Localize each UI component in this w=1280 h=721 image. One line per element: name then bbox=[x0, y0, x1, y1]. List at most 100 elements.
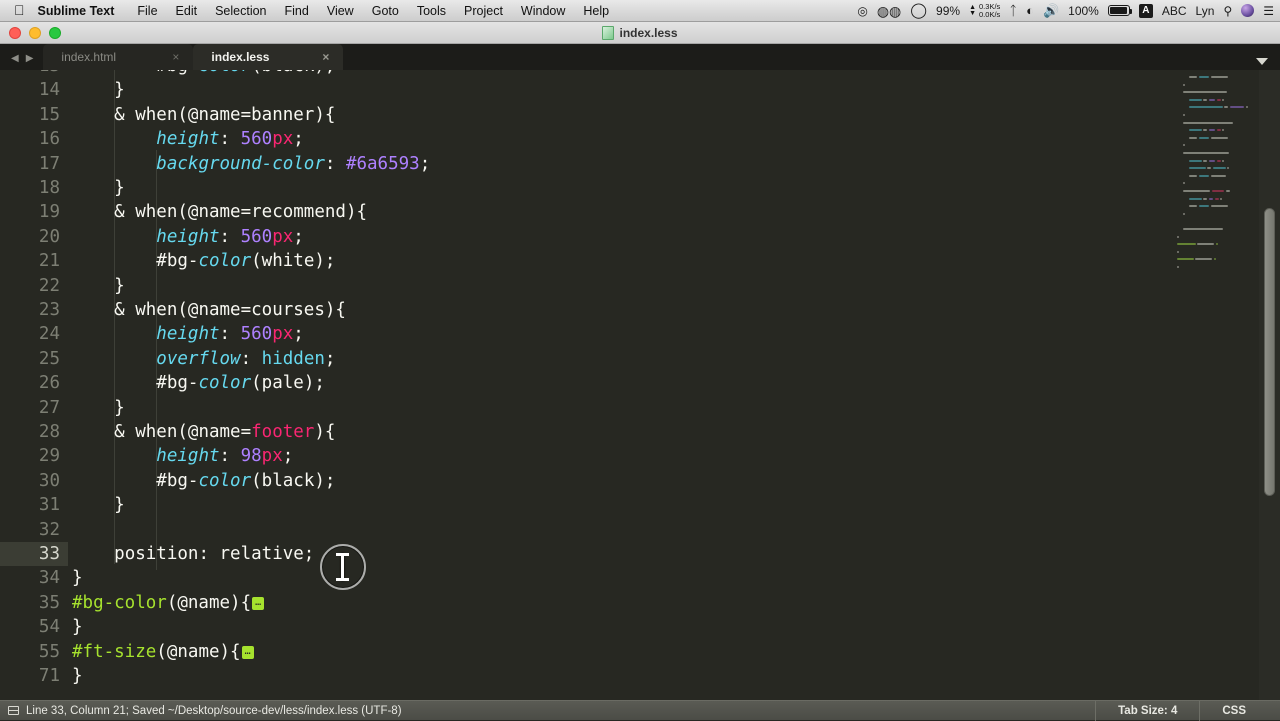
code-line[interactable]: 14 } bbox=[0, 78, 1280, 102]
code-line[interactable]: 18 } bbox=[0, 176, 1280, 200]
menu-item-tools[interactable]: Tools bbox=[408, 0, 455, 22]
volume-icon[interactable]: 🔊 bbox=[1043, 4, 1059, 17]
control-center-icon[interactable]: ☰ bbox=[1263, 5, 1274, 17]
code-line[interactable]: 54} bbox=[0, 615, 1280, 639]
tab-overflow-icon[interactable] bbox=[1256, 58, 1268, 65]
code-text[interactable]: & when(@name=footer){ bbox=[72, 420, 335, 444]
code-line[interactable]: 26 #bg-color(pale); bbox=[0, 371, 1280, 395]
code-line[interactable]: 35 #bg-color(@name){… bbox=[0, 591, 1280, 615]
vertical-scrollbar[interactable] bbox=[1259, 70, 1280, 700]
code-token: #bg- bbox=[156, 70, 198, 76]
menu-item-file[interactable]: File bbox=[128, 0, 166, 22]
input-source-badge[interactable]: A bbox=[1138, 3, 1153, 18]
search-icon[interactable]: ⚲ bbox=[1223, 5, 1232, 17]
menu-item-goto[interactable]: Goto bbox=[363, 0, 408, 22]
code-editor[interactable]: 13 #bg-color(black);14 }15 & when(@name=… bbox=[0, 70, 1280, 700]
code-text[interactable]: overflow: hidden; bbox=[72, 347, 335, 371]
menu-item-project[interactable]: Project bbox=[455, 0, 512, 22]
code-text[interactable]: & when(@name=courses){ bbox=[72, 298, 346, 322]
code-line[interactable]: 30 #bg-color(black); bbox=[0, 469, 1280, 493]
code-text[interactable]: } bbox=[72, 176, 125, 200]
user-name-label[interactable]: Lyn bbox=[1196, 5, 1215, 17]
line-number: 13 bbox=[0, 70, 60, 78]
code-text[interactable]: } bbox=[72, 274, 125, 298]
glasses-icon[interactable]: ◍◍ bbox=[877, 4, 901, 18]
minimap-line bbox=[1189, 167, 1206, 170]
code-text[interactable]: #ft-size(@name){… bbox=[72, 640, 254, 664]
code-line[interactable]: 21 #bg-color(white); bbox=[0, 249, 1280, 273]
code-line[interactable]: 29 height: 98px; bbox=[0, 444, 1280, 468]
code-text[interactable]: #bg-color(@name){… bbox=[72, 591, 265, 615]
code-text[interactable]: #bg-color(black); bbox=[72, 70, 335, 78]
code-line[interactable]: 20 height: 560px; bbox=[0, 225, 1280, 249]
record-icon[interactable]: ◎ bbox=[857, 5, 867, 17]
network-speed-indicator[interactable]: ▲ ▼ 0.3K/s 0.0K/s bbox=[969, 2, 1000, 19]
code-text[interactable]: & when(@name=recommend){ bbox=[72, 200, 367, 224]
folded-code-marker[interactable]: … bbox=[241, 645, 254, 659]
apple-icon[interactable]:  bbox=[0, 3, 38, 17]
code-text[interactable]: } bbox=[72, 566, 83, 590]
menu-item-help[interactable]: Help bbox=[574, 0, 618, 22]
code-text[interactable]: & when(@name=banner){ bbox=[72, 103, 335, 127]
menu-item-find[interactable]: Find bbox=[276, 0, 318, 22]
code-line[interactable]: 33 position: relative; bbox=[0, 542, 1280, 566]
tab-index-less[interactable]: index.less × bbox=[193, 44, 344, 70]
syntax-label[interactable]: CSS bbox=[1199, 700, 1280, 721]
code-text[interactable]: #bg-color(white); bbox=[72, 249, 335, 273]
code-text[interactable]: position: relative; bbox=[72, 542, 314, 566]
nav-next-icon[interactable]: ▶ bbox=[26, 53, 34, 64]
code-line[interactable]: 34} bbox=[0, 566, 1280, 590]
code-text[interactable]: #bg-color(pale); bbox=[72, 371, 325, 395]
code-line[interactable]: 28 & when(@name=footer){ bbox=[0, 420, 1280, 444]
code-text[interactable]: #bg-color(black); bbox=[72, 469, 335, 493]
code-line[interactable]: 71} bbox=[0, 664, 1280, 688]
code-text[interactable]: height: 560px; bbox=[72, 322, 304, 346]
code-line[interactable]: 55 #ft-size(@name){… bbox=[0, 640, 1280, 664]
code-line[interactable]: 32 bbox=[0, 518, 1280, 542]
menu-app-name[interactable]: Sublime Text bbox=[38, 0, 129, 22]
code-text[interactable]: height: 98px; bbox=[72, 444, 293, 468]
tab-close-icon[interactable]: × bbox=[172, 50, 179, 64]
code-text[interactable]: } bbox=[72, 396, 125, 420]
code-line[interactable]: 31 } bbox=[0, 493, 1280, 517]
code-line[interactable]: 19 & when(@name=recommend){ bbox=[0, 200, 1280, 224]
code-line[interactable]: 15 & when(@name=banner){ bbox=[0, 103, 1280, 127]
less-file-icon bbox=[602, 25, 615, 40]
code-line[interactable]: 25 overflow: hidden; bbox=[0, 347, 1280, 371]
code-line[interactable]: 17 background-color: #6a6593; bbox=[0, 152, 1280, 176]
minimap[interactable] bbox=[1163, 70, 1259, 700]
menu-item-view[interactable]: View bbox=[318, 0, 363, 22]
battery-charging-icon[interactable] bbox=[1107, 5, 1133, 16]
code-line[interactable]: 22 } bbox=[0, 274, 1280, 298]
menu-item-edit[interactable]: Edit bbox=[167, 0, 207, 22]
code-text[interactable]: } bbox=[72, 493, 125, 517]
code-text[interactable]: height: 560px; bbox=[72, 225, 304, 249]
scrollbar-thumb[interactable] bbox=[1264, 208, 1275, 496]
code-line[interactable]: 13 #bg-color(black); bbox=[0, 70, 1280, 78]
siri-icon[interactable] bbox=[1241, 4, 1255, 17]
tab-close-icon[interactable]: × bbox=[322, 50, 329, 64]
input-source-label[interactable]: ABC bbox=[1162, 5, 1187, 17]
code-token: ; bbox=[293, 129, 304, 150]
tab-size-label[interactable]: Tab Size: 4 bbox=[1095, 700, 1199, 721]
folded-code-marker[interactable]: … bbox=[252, 596, 265, 610]
code-line[interactable]: 24 height: 560px; bbox=[0, 322, 1280, 346]
menu-item-selection[interactable]: Selection bbox=[206, 0, 275, 22]
code-text[interactable]: } bbox=[72, 615, 83, 639]
code-line[interactable]: 23 & when(@name=courses){ bbox=[0, 298, 1280, 322]
code-text[interactable]: } bbox=[72, 78, 125, 102]
code-line[interactable]: 27 } bbox=[0, 396, 1280, 420]
code-token: ; bbox=[282, 446, 294, 467]
wifi-icon[interactable]: ◐ bbox=[1026, 4, 1034, 17]
code-surface[interactable]: 13 #bg-color(black);14 }15 & when(@name=… bbox=[0, 70, 1280, 700]
bluetooth-icon[interactable]: ᛏ bbox=[1009, 4, 1017, 17]
nav-prev-icon[interactable]: ◀ bbox=[11, 53, 19, 64]
code-text[interactable]: background-color: #6a6593; bbox=[72, 152, 430, 176]
tab-index-html[interactable]: index.html × bbox=[43, 44, 194, 70]
code-text[interactable]: height: 560px; bbox=[72, 127, 304, 151]
circle-icon[interactable]: ◯ bbox=[910, 3, 927, 18]
code-token: } bbox=[114, 495, 125, 516]
code-text[interactable]: } bbox=[72, 664, 83, 688]
menu-item-window[interactable]: Window bbox=[512, 0, 574, 22]
code-line[interactable]: 16 height: 560px; bbox=[0, 127, 1280, 151]
